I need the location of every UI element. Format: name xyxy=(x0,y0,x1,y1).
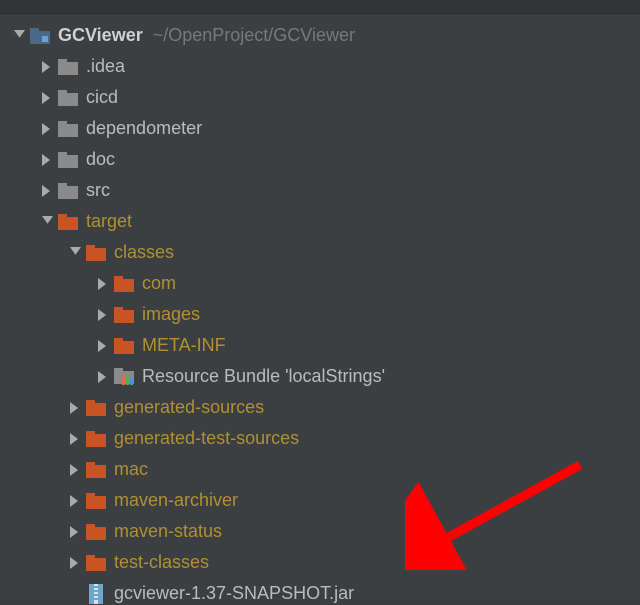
expand-toggle[interactable] xyxy=(94,309,112,321)
tree-node-classes[interactable]: classes xyxy=(0,237,640,268)
expand-toggle[interactable] xyxy=(38,123,56,135)
expand-toggle[interactable] xyxy=(66,526,84,538)
expand-toggle[interactable] xyxy=(66,557,84,569)
node-label: gcviewer-1.37-SNAPSHOT.jar xyxy=(114,583,354,604)
tree-node-maven-archiver[interactable]: maven-archiver xyxy=(0,485,640,516)
folder-icon xyxy=(56,57,80,77)
tree-node-generated-sources[interactable]: generated-sources xyxy=(0,392,640,423)
excluded-folder-icon xyxy=(112,305,136,325)
expand-toggle[interactable] xyxy=(66,433,84,445)
expand-toggle[interactable] xyxy=(94,340,112,352)
expand-toggle[interactable] xyxy=(66,247,84,258)
node-label: com xyxy=(142,273,176,294)
expand-toggle[interactable] xyxy=(38,92,56,104)
excluded-folder-icon xyxy=(112,274,136,294)
expand-toggle[interactable] xyxy=(38,216,56,227)
project-panel-header[interactable] xyxy=(0,0,640,14)
tree-node-images[interactable]: images xyxy=(0,299,640,330)
tree-node-dependometer[interactable]: dependometer xyxy=(0,113,640,144)
tree-node-maven-status[interactable]: maven-status xyxy=(0,516,640,547)
excluded-folder-icon xyxy=(84,398,108,418)
excluded-folder-icon xyxy=(84,553,108,573)
node-label: generated-test-sources xyxy=(114,428,299,449)
node-label: doc xyxy=(86,149,115,170)
tree-node-cicd[interactable]: cicd xyxy=(0,82,640,113)
node-label: images xyxy=(142,304,200,325)
tree-node-test-classes[interactable]: test-classes xyxy=(0,547,640,578)
node-label: generated-sources xyxy=(114,397,264,418)
node-label: test-classes xyxy=(114,552,209,573)
node-label: mac xyxy=(114,459,148,480)
folder-icon xyxy=(56,88,80,108)
folder-icon xyxy=(56,150,80,170)
tree-node-meta-inf[interactable]: META-INF xyxy=(0,330,640,361)
tree-node-idea[interactable]: .idea xyxy=(0,51,640,82)
excluded-folder-icon xyxy=(84,243,108,263)
tree-node-resource-bundle[interactable]: Resource Bundle 'localStrings' xyxy=(0,361,640,392)
root-path: ~/OpenProject/GCViewer xyxy=(153,25,355,46)
excluded-folder-icon xyxy=(56,212,80,232)
module-icon xyxy=(28,26,52,46)
expand-toggle[interactable] xyxy=(66,402,84,414)
excluded-folder-icon xyxy=(84,491,108,511)
root-name: GCViewer xyxy=(58,25,143,46)
excluded-folder-icon xyxy=(84,522,108,542)
excluded-folder-icon xyxy=(112,336,136,356)
excluded-folder-icon xyxy=(84,429,108,449)
tree-node-target[interactable]: target xyxy=(0,206,640,237)
archive-icon xyxy=(84,584,108,604)
node-label: dependometer xyxy=(86,118,202,139)
node-label: Resource Bundle 'localStrings' xyxy=(142,366,385,387)
tree-node-root[interactable]: GCViewer ~/OpenProject/GCViewer xyxy=(0,20,640,51)
tree-node-mac[interactable]: mac xyxy=(0,454,640,485)
expand-toggle[interactable] xyxy=(38,61,56,73)
expand-toggle[interactable] xyxy=(66,464,84,476)
tree-node-jar[interactable]: ▶ gcviewer-1.37-SNAPSHOT.jar xyxy=(0,578,640,605)
expand-toggle[interactable] xyxy=(94,278,112,290)
resource-bundle-icon xyxy=(112,367,136,387)
expand-toggle[interactable] xyxy=(10,30,28,41)
tree-node-src[interactable]: src xyxy=(0,175,640,206)
node-label: target xyxy=(86,211,132,232)
node-label: src xyxy=(86,180,110,201)
tree-node-doc[interactable]: doc xyxy=(0,144,640,175)
node-label: .idea xyxy=(86,56,125,77)
expand-toggle[interactable] xyxy=(94,371,112,383)
node-label: maven-archiver xyxy=(114,490,238,511)
node-label: cicd xyxy=(86,87,118,108)
tree-node-generated-test-sources[interactable]: generated-test-sources xyxy=(0,423,640,454)
expand-toggle[interactable] xyxy=(38,154,56,166)
expand-toggle[interactable] xyxy=(66,495,84,507)
folder-icon xyxy=(56,119,80,139)
node-label: maven-status xyxy=(114,521,222,542)
node-label: META-INF xyxy=(142,335,226,356)
excluded-folder-icon xyxy=(84,460,108,480)
expand-toggle[interactable] xyxy=(38,185,56,197)
folder-icon xyxy=(56,181,80,201)
node-label: classes xyxy=(114,242,174,263)
project-tree: GCViewer ~/OpenProject/GCViewer .idea ci… xyxy=(0,14,640,605)
tree-node-com[interactable]: com xyxy=(0,268,640,299)
